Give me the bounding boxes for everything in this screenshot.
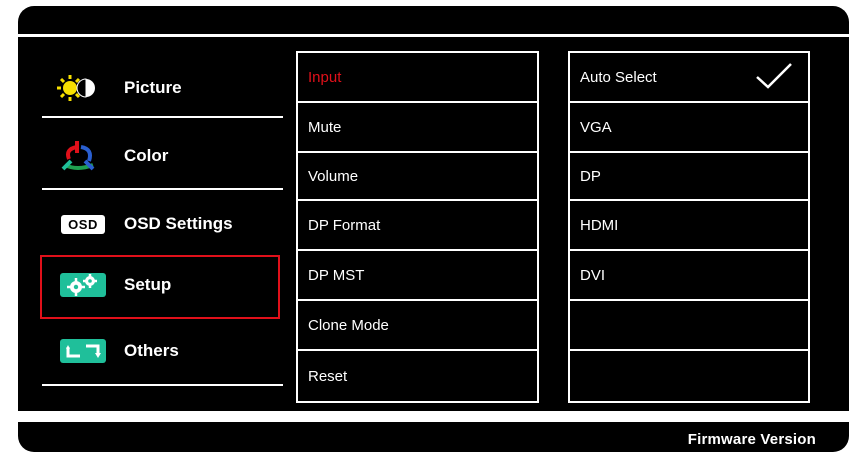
option-item-hdmi[interactable]: HDMI (570, 201, 808, 251)
menu-label-picture: Picture (124, 78, 182, 97)
menu-label-osd-settings: OSD Settings (124, 214, 233, 233)
submenu-item-mute[interactable]: Mute (298, 103, 537, 153)
osd-panel: Picture Color OSD OSD Settings Setup Oth… (18, 6, 849, 452)
left-divider (42, 384, 283, 386)
left-divider (42, 188, 283, 190)
bottom-divider (18, 411, 849, 422)
submenu-item-volume[interactable]: Volume (298, 153, 537, 201)
submenu-column: Input Mute Volume DP Format DP MST Clone… (296, 51, 539, 403)
menu-label-setup: Setup (124, 275, 172, 294)
submenu-item-clone-mode[interactable]: Clone Mode (298, 301, 537, 351)
options-column: Auto Select VGA DP HDMI DVI (568, 51, 810, 403)
menu-item-picture[interactable]: Picture (42, 68, 280, 108)
menu-item-others[interactable]: Others (42, 331, 280, 371)
submenu-item-dp-format[interactable]: DP Format (298, 201, 537, 251)
left-divider (42, 116, 283, 118)
menu-label-color: Color (124, 146, 169, 165)
checkmark-icon (754, 61, 794, 95)
option-item-empty (570, 351, 808, 401)
menu-label-others: Others (124, 341, 179, 360)
option-item-auto-select[interactable]: Auto Select (570, 53, 808, 103)
arrows-icon (48, 336, 118, 366)
rgb-color-icon (48, 141, 118, 171)
menu-item-color[interactable]: Color (42, 136, 280, 176)
top-divider (18, 34, 849, 37)
option-item-dp[interactable]: DP (570, 153, 808, 201)
option-item-dvi[interactable]: DVI (570, 251, 808, 301)
osd-icon: OSD (48, 209, 118, 239)
submenu-item-input[interactable]: Input (298, 53, 537, 103)
menu-item-osd-settings[interactable]: OSD OSD Settings (42, 204, 280, 244)
gears-icon (48, 270, 118, 300)
option-item-vga[interactable]: VGA (570, 103, 808, 153)
firmware-version-label: Firmware Version (687, 431, 816, 448)
submenu-item-reset[interactable]: Reset (298, 351, 537, 401)
brightness-contrast-icon (48, 73, 118, 103)
menu-item-setup[interactable]: Setup (42, 265, 280, 305)
option-item-empty (570, 301, 808, 351)
submenu-item-dp-mst[interactable]: DP MST (298, 251, 537, 301)
